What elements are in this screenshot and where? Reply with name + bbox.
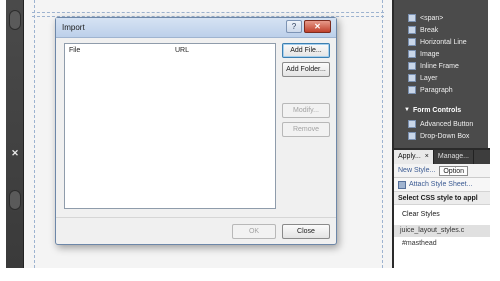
toolbox-item-layer[interactable]: Layer — [394, 72, 490, 84]
attach-style-sheet-link[interactable]: Attach Style Sheet... — [394, 178, 490, 191]
image-icon — [408, 50, 416, 58]
collapse-triangle-icon: ▼ — [404, 107, 410, 113]
modify-button[interactable]: Modify... — [282, 103, 330, 118]
attach-style-sheet-label: Attach Style Sheet... — [409, 181, 473, 188]
toolbox-item-label: Image — [420, 50, 440, 58]
toolbox-item-paragraph[interactable]: Paragraph — [394, 84, 490, 96]
toolbox-section-label: Form Controls — [412, 106, 462, 114]
ok-button[interactable]: OK — [232, 224, 276, 239]
column-header-file[interactable]: File — [69, 47, 80, 54]
screen: ✕ <span> Break Horizontal Line Image Inl… — [0, 0, 500, 281]
new-style-link[interactable]: New Style... — [398, 167, 435, 174]
select-style-label: Select CSS style to appl — [394, 191, 490, 205]
rail-close-icon[interactable]: ✕ — [10, 148, 20, 158]
dialog-divider — [56, 217, 336, 218]
advanced-button-icon — [408, 120, 416, 128]
tab-close-icon[interactable]: × — [425, 153, 429, 160]
stylesheet-group[interactable]: juice_layout_styles.c — [394, 225, 490, 237]
toolbox-item-advanced-button[interactable]: Advanced Button — [394, 118, 490, 130]
toolbox-item-label: Break — [420, 26, 439, 34]
tab-label: Apply... — [398, 153, 421, 160]
rail-handle[interactable] — [9, 10, 21, 30]
right-panel: <span> Break Horizontal Line Image Inlin… — [392, 0, 490, 268]
span-tag-icon — [408, 14, 416, 22]
tab-manage-styles[interactable]: Manage... — [434, 150, 475, 164]
attach-style-sheet-icon — [398, 180, 406, 189]
style-item-masthead[interactable]: #masthead — [394, 237, 490, 251]
toolbox-item-label: Horizontal Line — [420, 38, 467, 46]
break-icon — [408, 26, 416, 34]
tab-apply-styles[interactable]: Apply... × — [394, 150, 434, 164]
dialog-title: Import — [62, 23, 85, 32]
add-file-button[interactable]: Add File... — [282, 43, 330, 58]
drop-down-box-icon — [408, 132, 416, 140]
left-rail: ✕ — [6, 0, 24, 268]
close-button[interactable]: Close — [282, 224, 330, 239]
toolbox-item-label: Inline Frame — [420, 62, 459, 70]
layout-guide — [34, 0, 35, 268]
toolbox-item-label: Drop-Down Box — [420, 132, 470, 140]
styles-toolbar: New Style... Option — [394, 164, 490, 178]
rail-handle[interactable] — [9, 190, 21, 210]
layout-guide — [382, 0, 383, 268]
apply-styles-pane: Apply... × Manage... New Style... Option… — [394, 148, 490, 268]
toolbox-item-span[interactable]: <span> — [394, 12, 490, 24]
close-icon[interactable]: ✕ — [304, 20, 331, 33]
styles-tabs: Apply... × Manage... — [394, 150, 490, 164]
tab-label: Manage... — [437, 153, 470, 160]
toolbox-item-drop-down-box[interactable]: Drop-Down Box — [394, 130, 490, 142]
toolbox: <span> Break Horizontal Line Image Inlin… — [394, 0, 490, 146]
add-folder-button[interactable]: Add Folder... — [282, 62, 330, 77]
toolbox-item-image[interactable]: Image — [394, 48, 490, 60]
layer-icon — [408, 74, 416, 82]
file-list[interactable]: File URL — [64, 43, 276, 209]
remove-button[interactable]: Remove — [282, 122, 330, 137]
toolbox-item-label: <span> — [420, 14, 444, 22]
toolbox-item-label: Advanced Button — [420, 120, 474, 128]
toolbox-section-form-controls[interactable]: ▼ Form Controls — [394, 104, 490, 116]
options-button[interactable]: Option — [439, 165, 468, 176]
column-header-url[interactable]: URL — [175, 47, 189, 54]
import-dialog: Import ? ✕ File URL Add File... Add Fold… — [55, 17, 337, 245]
paragraph-icon — [408, 86, 416, 94]
file-list-header: File URL — [65, 44, 275, 58]
toolbox-item-horizontal-line[interactable]: Horizontal Line — [394, 36, 490, 48]
toolbox-item-break[interactable]: Break — [394, 24, 490, 36]
toolbox-item-label: Paragraph — [420, 86, 453, 94]
inline-frame-icon — [408, 62, 416, 70]
clear-styles-item[interactable]: Clear Styles — [394, 205, 490, 225]
layout-guide — [32, 12, 384, 13]
help-icon[interactable]: ? — [286, 20, 302, 33]
toolbox-item-label: Layer — [420, 74, 438, 82]
dialog-titlebar[interactable]: Import ? ✕ — [56, 18, 336, 38]
horizontal-line-icon — [408, 38, 416, 46]
toolbox-item-inline-frame[interactable]: Inline Frame — [394, 60, 490, 72]
